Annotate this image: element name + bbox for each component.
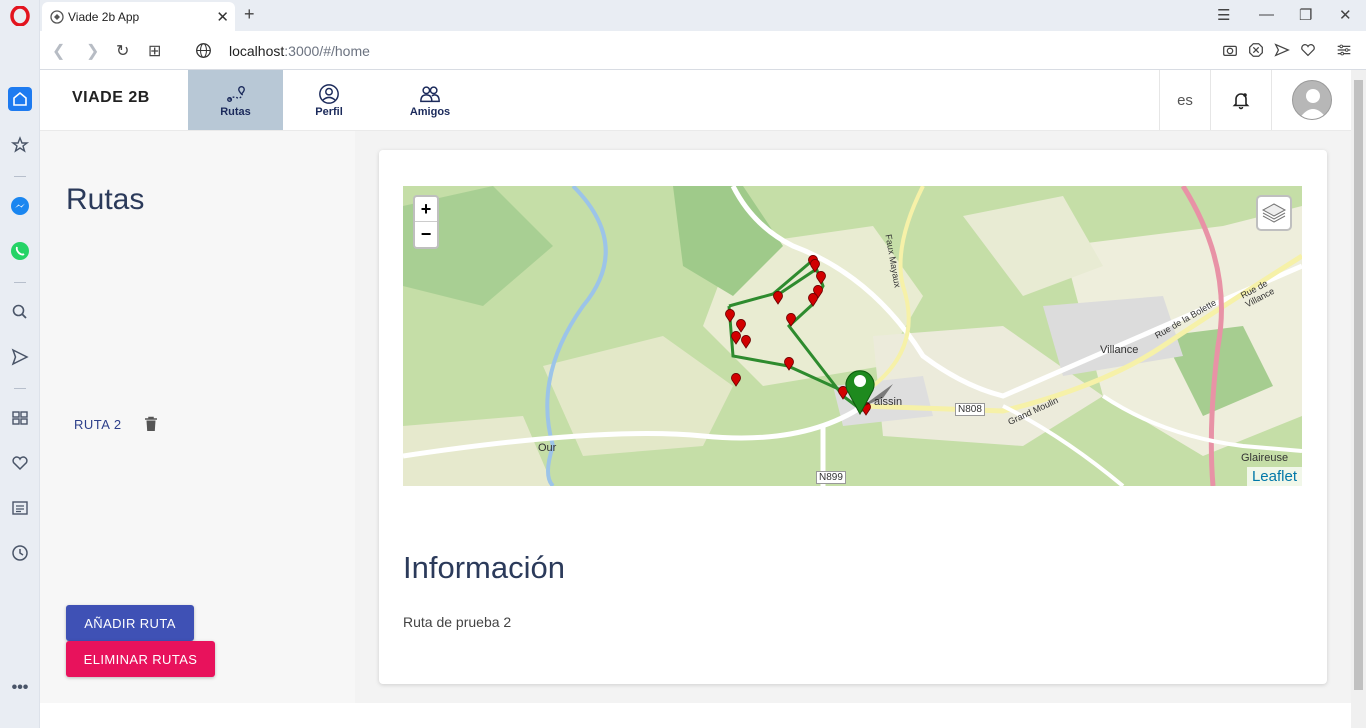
page-scrollbar[interactable] bbox=[1351, 70, 1366, 728]
routes-icon bbox=[226, 85, 245, 102]
nav-tab-amigos[interactable]: Amigos bbox=[385, 70, 475, 130]
address-bar: ❮ ❯ ↻ ⊞ localhost:3000/#/home bbox=[40, 31, 1366, 70]
search-icon[interactable] bbox=[8, 300, 32, 324]
route-marker bbox=[736, 319, 746, 333]
url-field[interactable]: localhost:3000/#/home bbox=[229, 43, 370, 59]
tab-title: Viade 2b App bbox=[68, 9, 140, 24]
route-marker bbox=[731, 373, 741, 387]
messenger-icon[interactable] bbox=[8, 194, 32, 218]
browser-sidebar: ••• bbox=[0, 0, 40, 728]
back-icon[interactable]: ❮ bbox=[52, 41, 65, 61]
brand-title[interactable]: VIADE 2B bbox=[72, 89, 150, 107]
friends-icon bbox=[420, 85, 440, 102]
route-marker bbox=[810, 259, 820, 273]
route-detail-card: Villance Glaireuse Our N808 N899 Grand M… bbox=[379, 150, 1327, 684]
scrollbar-thumb[interactable] bbox=[1354, 80, 1363, 690]
tabs-grid-icon[interactable]: ⊞ bbox=[148, 41, 161, 61]
route-marker bbox=[725, 309, 735, 323]
url-path: :3000/#/home bbox=[284, 43, 370, 59]
list-item: RUTA 2 bbox=[74, 416, 158, 432]
user-menu[interactable] bbox=[1271, 70, 1351, 130]
home-icon[interactable] bbox=[8, 87, 32, 111]
bookmark-heart-icon[interactable] bbox=[1299, 41, 1317, 59]
routes-sidebar: Rutas RUTA 2 AÑADIR RUTA ELIMINAR RUTAS bbox=[40, 131, 355, 703]
tab-menu-icon[interactable]: ☰ bbox=[1217, 6, 1230, 24]
app-header: VIADE 2B Rutas Perfil Amigos es bbox=[40, 70, 1351, 131]
forward-icon[interactable]: ❯ bbox=[86, 41, 99, 61]
nav-tab-rutas[interactable]: Rutas bbox=[188, 70, 283, 130]
route-marker bbox=[773, 291, 783, 305]
route-markers bbox=[725, 255, 893, 416]
page-body: Rutas RUTA 2 AÑADIR RUTA ELIMINAR RUTAS bbox=[40, 131, 1351, 703]
notifications-button[interactable] bbox=[1210, 70, 1271, 130]
close-tab-icon[interactable]: ✕ bbox=[216, 8, 229, 26]
news-icon[interactable] bbox=[8, 496, 32, 520]
speed-dial-icon[interactable] bbox=[8, 406, 32, 430]
nav-tab-label: Perfil bbox=[315, 105, 343, 118]
nav-tab-label: Amigos bbox=[409, 105, 451, 118]
new-tab-icon[interactable]: + bbox=[244, 4, 255, 25]
globe-icon bbox=[196, 43, 211, 58]
delete-routes-button[interactable]: ELIMINAR RUTAS bbox=[66, 641, 215, 677]
zoom-control: + − bbox=[413, 195, 439, 249]
close-window-icon[interactable]: ✕ bbox=[1339, 6, 1352, 24]
page-footer bbox=[40, 703, 1351, 728]
route-link[interactable]: RUTA 2 bbox=[74, 417, 122, 432]
profile-icon bbox=[319, 83, 339, 104]
language-selector[interactable]: es bbox=[1159, 70, 1210, 130]
opera-logo-icon[interactable] bbox=[8, 4, 32, 28]
trash-icon[interactable] bbox=[144, 416, 158, 432]
whatsapp-icon[interactable] bbox=[8, 239, 32, 263]
zoom-out-button[interactable]: − bbox=[415, 222, 437, 247]
route-marker bbox=[808, 293, 818, 307]
tab-favicon-icon bbox=[50, 9, 64, 24]
minimize-icon[interactable]: — bbox=[1259, 6, 1274, 23]
layers-button[interactable] bbox=[1256, 195, 1292, 231]
leaflet-attribution-link[interactable]: Leaflet bbox=[1246, 467, 1302, 486]
map[interactable]: Villance Glaireuse Our N808 N899 Grand M… bbox=[403, 186, 1302, 486]
nav-tab-perfil[interactable]: Perfil bbox=[283, 70, 375, 130]
restore-icon[interactable]: ❐ bbox=[1299, 6, 1312, 24]
add-route-button[interactable]: AÑADIR RUTA bbox=[66, 605, 194, 641]
route-description: Ruta de prueba 2 bbox=[403, 614, 512, 630]
avatar[interactable] bbox=[1291, 80, 1332, 120]
browser-tab[interactable]: Viade 2b App ✕ bbox=[42, 2, 235, 31]
route-marker bbox=[786, 313, 796, 327]
history-clock-icon[interactable] bbox=[8, 541, 32, 565]
zoom-in-button[interactable]: + bbox=[415, 197, 437, 222]
tab-strip: Viade 2b App ✕ + ☰ — ❐ ✕ bbox=[40, 0, 1366, 31]
page-title: Rutas bbox=[66, 183, 145, 216]
reload-icon[interactable]: ↻ bbox=[116, 41, 129, 61]
snapshot-camera-icon[interactable] bbox=[1221, 41, 1239, 59]
heart-icon[interactable] bbox=[8, 451, 32, 475]
url-host: localhost bbox=[229, 43, 285, 59]
route-marker bbox=[741, 335, 751, 349]
route-marker bbox=[816, 271, 826, 285]
route-marker bbox=[784, 357, 794, 371]
language-label: es bbox=[1177, 91, 1193, 109]
send-to-flow-icon[interactable] bbox=[1273, 41, 1291, 59]
more-icon[interactable]: ••• bbox=[8, 676, 32, 700]
route-marker bbox=[731, 331, 741, 345]
bell-icon bbox=[1232, 93, 1250, 110]
nav-tab-label: Rutas bbox=[220, 105, 251, 118]
adblock-icon[interactable] bbox=[1247, 41, 1265, 59]
bookmarks-star-icon[interactable] bbox=[8, 133, 32, 157]
send-icon[interactable] bbox=[8, 345, 32, 369]
info-title: Información bbox=[403, 550, 565, 585]
easy-setup-icon[interactable] bbox=[1335, 41, 1353, 59]
layers-icon bbox=[1261, 203, 1287, 223]
